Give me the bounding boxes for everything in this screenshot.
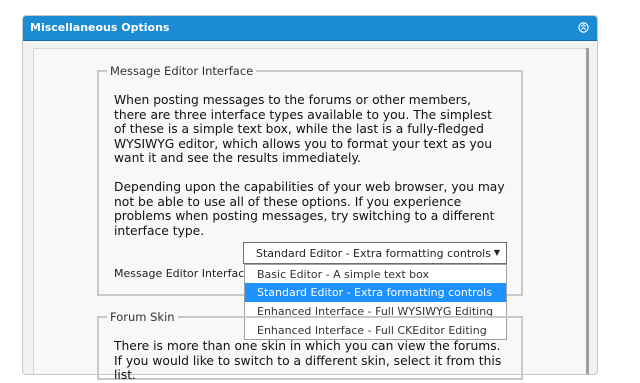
message-editor-field-label: Message Editor Interface:	[114, 267, 255, 280]
message-editor-compatibility-note: Depending upon the capabilities of your …	[114, 180, 505, 238]
panel-header: Miscellaneous Options	[23, 16, 597, 41]
message-editor-legend: Message Editor Interface	[110, 64, 254, 78]
forum-skin-legend: Forum Skin	[110, 310, 175, 324]
option-basic-editor[interactable]: Basic Editor - A simple text box	[245, 265, 506, 284]
message-editor-description: When posting messages to the forums or o…	[114, 93, 493, 166]
dropdown-arrow-icon: ▼	[493, 248, 500, 257]
message-editor-select[interactable]: Standard Editor - Extra formatting contr…	[243, 242, 507, 264]
collapse-circle-icon[interactable]	[578, 22, 589, 33]
panel-title: Miscellaneous Options	[30, 21, 170, 34]
forum-skin-description: There is more than one skin in which you…	[114, 339, 502, 383]
content-divider	[586, 48, 589, 374]
option-standard-editor[interactable]: Standard Editor - Extra formatting contr…	[245, 283, 506, 302]
message-editor-selected-value: Standard Editor - Extra formatting contr…	[256, 247, 491, 260]
